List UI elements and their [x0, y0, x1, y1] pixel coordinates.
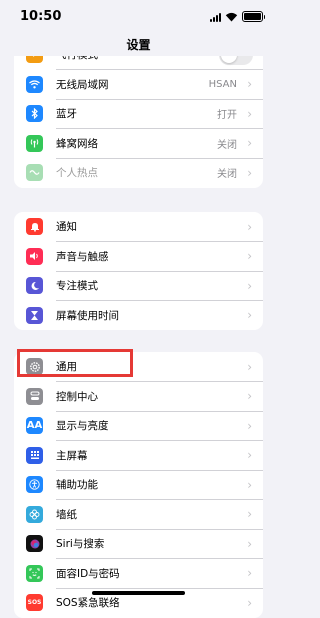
- bluetooth-icon: [26, 105, 43, 123]
- row-label: 蓝牙: [56, 108, 77, 121]
- home-indicator: [92, 591, 185, 595]
- row-label: 屏幕使用时间: [56, 309, 119, 322]
- status-bar: 10:50: [0, 0, 277, 34]
- settings-row-hotspot[interactable]: 个人热点 关闭 ›: [14, 158, 263, 188]
- settings-row-cellular[interactable]: 蜂窝网络 关闭 ›: [14, 129, 263, 158]
- chevron-right-icon: ›: [247, 278, 252, 293]
- hotspot-value: 关闭: [217, 169, 237, 181]
- cellular-signal-icon: [209, 12, 221, 22]
- settings-row-sounds[interactable]: 声音与触感 ›: [14, 242, 263, 271]
- row-label: 无线局域网: [56, 78, 109, 91]
- chevron-right-icon: ›: [247, 477, 252, 492]
- settings-row-screen-time[interactable]: 屏幕使用时间 ›: [14, 301, 263, 331]
- row-label: 辅助功能: [56, 479, 98, 492]
- settings-row-display[interactable]: AA 显示与亮度 ›: [14, 411, 263, 441]
- wifi-icon: [26, 75, 43, 93]
- row-label: 蜂窝网络: [56, 137, 98, 150]
- chevron-right-icon: ›: [247, 595, 252, 610]
- sound-icon: [26, 247, 43, 265]
- settings-row-home-screen[interactable]: 主屏幕 ›: [14, 441, 263, 470]
- row-label: 墙纸: [56, 508, 77, 521]
- wifi-network-value: HSAN: [208, 78, 237, 90]
- face-id-icon: [26, 564, 43, 582]
- wallpaper-icon: [26, 505, 43, 523]
- chevron-right-icon: ›: [247, 418, 252, 433]
- settings-row-siri[interactable]: Siri与搜索 ›: [14, 529, 263, 559]
- general-group: 通用 › 控制中心 › AA 显示与亮度 › 主屏幕 › 辅助功能 › 墙纸 ›…: [14, 352, 263, 618]
- chevron-right-icon: ›: [247, 448, 252, 463]
- row-label: Siri与搜索: [56, 538, 105, 551]
- chevron-right-icon: ›: [247, 249, 252, 264]
- settings-row-control-center[interactable]: 控制中心 ›: [14, 382, 263, 411]
- row-label: 通知: [56, 221, 77, 234]
- settings-row-wallpaper[interactable]: 墙纸 ›: [14, 500, 263, 529]
- settings-row-focus[interactable]: 专注模式 ›: [14, 271, 263, 301]
- accessibility-icon: [26, 476, 43, 494]
- row-label: 显示与亮度: [56, 420, 109, 433]
- row-label: 面容ID与密码: [56, 567, 120, 580]
- chevron-right-icon: ›: [247, 219, 252, 234]
- settings-row-face-id[interactable]: 面容ID与密码 ›: [14, 559, 263, 588]
- hourglass-icon: [26, 306, 43, 324]
- hotspot-icon: [26, 164, 43, 182]
- chevron-right-icon: ›: [247, 136, 252, 151]
- chevron-right-icon: ›: [247, 165, 252, 180]
- chevron-right-icon: ›: [247, 507, 252, 522]
- cellular-value: 关闭: [217, 139, 237, 151]
- chevron-right-icon: ›: [247, 536, 252, 551]
- row-label: 个人热点: [56, 167, 98, 180]
- settings-row-notifications[interactable]: 通知 ›: [14, 212, 263, 242]
- moon-icon: [26, 277, 43, 295]
- chevron-right-icon: ›: [247, 106, 252, 121]
- row-label: 声音与触感: [56, 250, 109, 263]
- wifi-status-icon: [225, 12, 237, 21]
- settings-row-wifi[interactable]: 无线局域网 HSAN ›: [14, 70, 263, 99]
- settings-row-bluetooth[interactable]: 蓝牙 打开 ›: [14, 99, 263, 129]
- chevron-right-icon: ›: [247, 77, 252, 92]
- row-label: SOS紧急联络: [56, 597, 120, 610]
- siri-icon: [26, 535, 43, 553]
- sos-icon: SOS: [26, 594, 43, 612]
- chevron-right-icon: ›: [247, 359, 252, 374]
- notifications-group: 通知 › 声音与触感 › 专注模式 › 屏幕使用时间 ›: [14, 212, 263, 330]
- status-icons: [209, 11, 265, 22]
- battery-tip: [263, 14, 265, 19]
- settings-row-accessibility[interactable]: 辅助功能 ›: [14, 470, 263, 500]
- row-label: 控制中心: [56, 390, 98, 403]
- row-label: 主屏幕: [56, 449, 88, 462]
- cellular-icon: [26, 134, 43, 152]
- connectivity-group: ✈ 飞行模式 无线局域网 HSAN › 蓝牙 打开 ›: [14, 40, 263, 188]
- row-label: 专注模式: [56, 280, 98, 293]
- settings-scroll-view[interactable]: ✈ 飞行模式 无线局域网 HSAN › 蓝牙 打开 ›: [0, 0, 277, 618]
- home-screen-icon: [26, 446, 43, 464]
- highlight-box: [17, 349, 133, 377]
- notification-icon: [26, 218, 43, 236]
- battery-icon: [241, 11, 263, 22]
- control-center-icon: [26, 387, 43, 405]
- status-time: 10:50: [20, 9, 62, 24]
- chevron-right-icon: ›: [247, 566, 252, 581]
- chevron-right-icon: ›: [247, 308, 252, 323]
- display-icon: AA: [26, 417, 43, 435]
- bluetooth-value: 打开: [217, 110, 237, 122]
- page-title: 设置: [0, 34, 277, 56]
- chevron-right-icon: ›: [247, 389, 252, 404]
